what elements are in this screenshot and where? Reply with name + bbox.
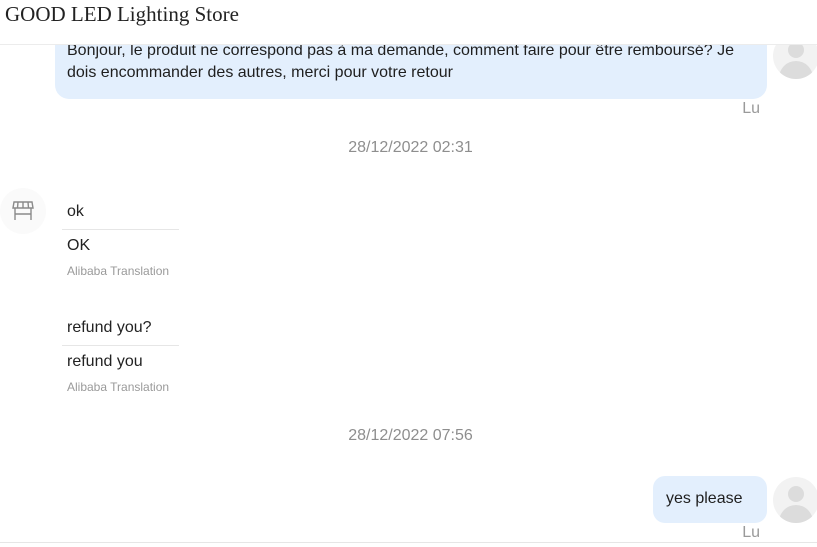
outgoing-message-bubble[interactable]: yes please (653, 476, 767, 523)
chat-page: Bonjour, le produit ne correspond pas à … (0, 0, 817, 547)
incoming-message[interactable]: refund you? refund you Alibaba Translati… (62, 309, 179, 394)
timestamp: 28/12/2022 02:31 (348, 139, 473, 156)
sender-name: Lu (742, 100, 760, 117)
chat-header: GOOD LED Lighting Store (0, 0, 817, 45)
translation-credit: Alibaba Translation (67, 264, 170, 278)
store-icon[interactable] (0, 188, 46, 234)
original-text: ok (62, 193, 179, 230)
user-avatar-icon[interactable] (773, 477, 817, 523)
sender-name: Lu (742, 524, 760, 541)
translated-text: refund you (67, 353, 143, 370)
divider (0, 542, 817, 543)
incoming-message[interactable]: ok OK Alibaba Translation (62, 193, 179, 278)
store-name[interactable]: GOOD LED Lighting Store (5, 2, 239, 27)
message-text: Bonjour, le produit ne correspond pas à … (67, 42, 735, 81)
translation-credit: Alibaba Translation (67, 380, 170, 394)
timestamp: 28/12/2022 07:56 (348, 427, 473, 444)
original-text: refund you? (62, 309, 179, 346)
translated-text: OK (67, 237, 91, 254)
message-text: yes please (666, 490, 743, 507)
